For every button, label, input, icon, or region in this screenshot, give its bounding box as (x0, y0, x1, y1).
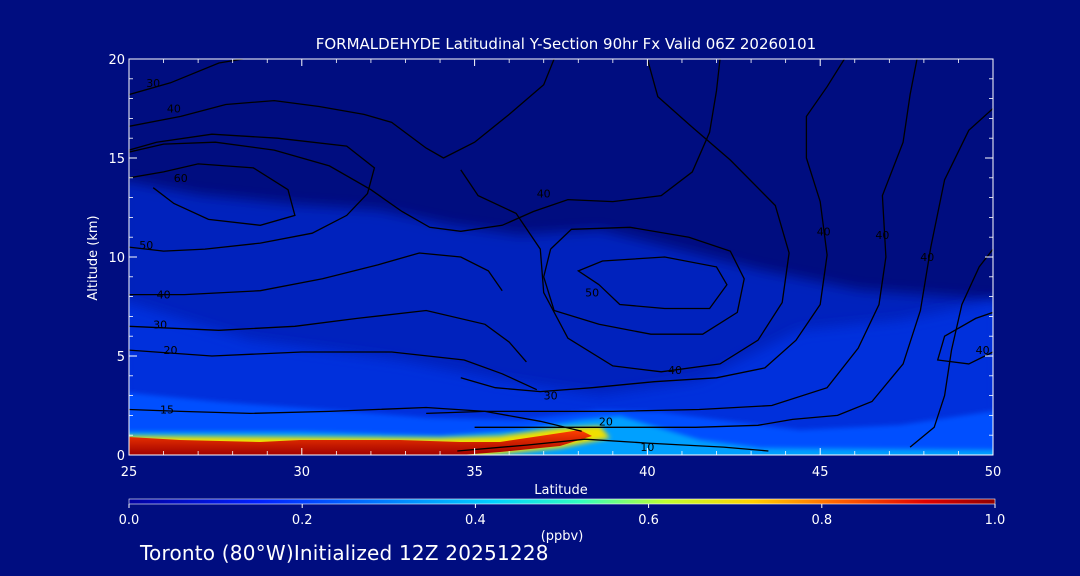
chart-figure: FORMALDEHYDE Latitudinal Y-Section 90hr … (86, 35, 1006, 544)
contour-label-9: 50 (585, 287, 599, 300)
y-tick-label-20: 20 (108, 53, 125, 68)
colorbar-tick-label-2: 0.4 (465, 513, 486, 528)
x-tick-label-40: 40 (639, 465, 656, 480)
colorbar-gradient (129, 499, 995, 504)
x-tick-label-35: 35 (466, 465, 483, 480)
x-tick-label-25: 25 (121, 465, 138, 480)
contour-label-4: 40 (157, 289, 171, 302)
y-tick-label-10: 10 (108, 251, 125, 266)
colorbar: 0.0 0.2 0.4 0.6 0.8 1.0 (ppbv) (119, 498, 1006, 544)
y-axis-label: Altitude (km) (86, 215, 101, 300)
x-axis-label: Latitude (534, 483, 588, 498)
contour-label-0: 30 (146, 77, 160, 90)
contour-label-2: 60 (174, 172, 188, 185)
plot-area: 3040605040302015405040302040 40404010 (129, 59, 993, 455)
contour-label-15: 40 (920, 251, 934, 264)
contour-label-14: 40 (875, 229, 889, 242)
contour-label-13: 40 (817, 225, 831, 238)
colorbar-tick-label-3: 0.6 (638, 513, 659, 528)
contour-label-11: 30 (544, 390, 558, 403)
y-tick-label-0: 0 (117, 449, 125, 464)
contour-label-10: 40 (668, 364, 682, 377)
footer-caption: Toronto (80°W)Initialized 12Z 20251228 (140, 541, 549, 565)
colorbar-tick-label-4: 0.8 (811, 513, 832, 528)
contour-label-16: 40 (976, 344, 990, 357)
x-tick-label-45: 45 (812, 465, 829, 480)
contour-label-7: 15 (160, 404, 174, 417)
contour-label-1: 40 (167, 103, 181, 116)
contour-label-3: 50 (139, 239, 153, 252)
colorbar-tick-label-1: 0.2 (292, 513, 313, 528)
x-tick-label-30: 30 (294, 465, 311, 480)
y-tick-label-15: 15 (108, 152, 125, 167)
colorbar-tick-label-5: 1.0 (985, 513, 1006, 528)
contour-label-8: 40 (537, 188, 551, 201)
contour-label-6: 20 (164, 344, 178, 357)
contour-label-12: 20 (599, 415, 613, 428)
chart-title: FORMALDEHYDE Latitudinal Y-Section 90hr … (316, 35, 816, 53)
colorbar-tick-label-0: 0.0 (119, 513, 140, 528)
contour-label-5: 30 (153, 318, 167, 331)
x-tick-label-50: 50 (985, 465, 1002, 480)
colorbar-ticks: 0.0 0.2 0.4 0.6 0.8 1.0 (119, 504, 1006, 528)
y-tick-label-5: 5 (117, 350, 125, 365)
